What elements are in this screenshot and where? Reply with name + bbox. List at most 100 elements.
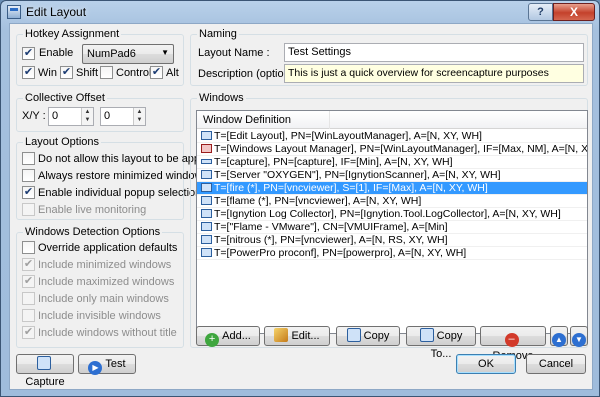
remove-button[interactable]: –Remove <box>480 326 546 362</box>
control-modifier-checkbox[interactable] <box>100 66 113 79</box>
layout-name-value: Test Settings <box>288 46 351 58</box>
layout-name-field[interactable]: Test Settings <box>284 43 584 62</box>
layout-name-label: Layout Name : <box>198 47 270 59</box>
window-icon <box>201 170 212 179</box>
alt-modifier-label: Alt <box>166 67 179 79</box>
shift-modifier-checkbox[interactable]: ✔ <box>60 66 73 79</box>
list-item[interactable]: T=[capture], PN=[capture], IF=[Min], A=[… <box>197 156 587 169</box>
list-item-text: T=[Edit Layout], PN=[WinLayoutManager], … <box>214 130 482 142</box>
ok-button-label: OK <box>478 358 494 370</box>
edit-layout-window: Edit Layout ? X Hotkey Assignment ✔ Enab… <box>0 0 600 397</box>
offset-y-stepper[interactable]: 0 ▲ ▼ <box>100 107 146 126</box>
list-item[interactable]: T=[Edit Layout], PN=[WinLayoutManager], … <box>197 130 587 143</box>
window-icon <box>201 209 212 218</box>
arrow-up-icon: ▲ <box>552 333 566 347</box>
pencil-icon <box>274 328 289 342</box>
copy-to-icon <box>419 328 434 342</box>
detection-group-title: Windows Detection Options <box>23 226 163 238</box>
play-icon: ▶ <box>88 361 103 375</box>
popup-selection-label: Enable individual popup selection <box>38 187 202 199</box>
window-icon <box>201 196 212 205</box>
capture-button-label: Capture <box>25 376 65 388</box>
offset-x-stepper[interactable]: 0 ▲ ▼ <box>48 107 94 126</box>
list-item[interactable]: T=[Server "OXYGEN"], PN=[IgnytionScanner… <box>197 169 587 182</box>
enable-hotkey-checkbox[interactable]: ✔ <box>22 47 35 60</box>
plus-icon: + <box>205 333 220 347</box>
add-button-label: Add... <box>222 330 251 342</box>
shift-modifier-label: Shift <box>76 67 99 79</box>
list-item-text: T=[fire (*], PN=[vncviewer], S=[1], IF=[… <box>214 182 488 194</box>
disallow-layout-checkbox[interactable] <box>22 152 35 165</box>
cancel-button[interactable]: Cancel <box>526 354 586 374</box>
help-button[interactable]: ? <box>528 3 553 21</box>
list-item[interactable]: T=["Flame - VMware"], CN=[VMUIFrame], A=… <box>197 221 587 234</box>
list-item-text: T=["Flame - VMware"], CN=[VMUIFrame], A=… <box>214 221 448 233</box>
window-icon <box>201 183 212 192</box>
windows-group-title: Windows <box>197 92 246 104</box>
copy-button[interactable]: Copy <box>336 326 400 346</box>
list-item-text: T=[capture], PN=[capture], IF=[Min], A=[… <box>214 156 453 168</box>
hotkey-select-value: NumPad6 <box>87 48 136 60</box>
list-item-text: T=[Server "OXYGEN"], PN=[IgnytionScanner… <box>214 169 501 181</box>
win-modifier-label: Win <box>38 67 57 79</box>
popup-selection-checkbox[interactable]: ✔ <box>22 186 35 199</box>
edit-button[interactable]: Edit... <box>264 326 330 346</box>
list-item-text: T=[Ignytion Log Collector], PN=[Ignytion… <box>214 208 561 220</box>
spin-arrows-icon[interactable]: ▲ ▼ <box>133 108 145 125</box>
enable-hotkey-label: Enable <box>39 47 74 59</box>
list-item[interactable]: T=[nitrous (*], PN=[vncviewer], A=[N, RS… <box>197 234 587 247</box>
list-item-selected[interactable]: T=[fire (*], PN=[vncviewer], S=[1], IF=[… <box>197 182 587 195</box>
hotkey-select[interactable]: NumPad6 ▼ <box>82 44 174 64</box>
list-item-text: T=[flame (*], PN=[vncviewer], A=[N, XY, … <box>214 195 422 207</box>
include-invisible-checkbox <box>22 309 35 322</box>
camera-icon <box>36 356 51 370</box>
remove-icon: – <box>504 333 519 347</box>
move-down-button[interactable]: ▼ <box>570 326 588 347</box>
list-item[interactable]: T=[Ignytion Log Collector], PN=[Ignytion… <box>197 208 587 221</box>
window-icon <box>201 235 212 244</box>
restore-minimized-label: Always restore minimized windows <box>38 170 208 182</box>
spin-arrows-icon[interactable]: ▲ ▼ <box>81 108 93 125</box>
window-icon <box>201 222 212 231</box>
include-untitled-checkbox: ✔ <box>22 326 35 339</box>
test-button[interactable]: ▶ Test <box>78 354 136 375</box>
capture-button[interactable]: Capture <box>16 354 74 388</box>
naming-group-title: Naming <box>197 28 239 40</box>
list-item[interactable]: T=[Windows Layout Manager], PN=[WinLayou… <box>197 143 587 156</box>
copy-icon <box>346 328 361 342</box>
list-item[interactable]: T=[PowerPro proconf], PN=[powerpro], A=[… <box>197 247 587 260</box>
include-minimized-checkbox: ✔ <box>22 258 35 271</box>
edit-button-label: Edit... <box>291 330 320 342</box>
include-maximized-checkbox: ✔ <box>22 275 35 288</box>
override-defaults-label: Override application defaults <box>38 242 178 254</box>
xy-label: X/Y : <box>22 110 46 122</box>
offset-x-value: 0 <box>52 110 59 122</box>
ok-button[interactable]: OK <box>456 354 516 374</box>
live-monitoring-label: Enable live monitoring <box>38 204 147 216</box>
app-red-icon <box>201 144 212 153</box>
list-item-text: T=[nitrous (*], PN=[vncviewer], A=[N, RS… <box>214 234 448 246</box>
list-item[interactable]: T=[flame (*], PN=[vncviewer], A=[N, XY, … <box>197 195 587 208</box>
copy-to-button[interactable]: Copy To... <box>406 326 476 360</box>
move-up-button[interactable]: ▲ <box>550 326 568 347</box>
window-icon <box>201 131 212 140</box>
window-definition-list[interactable]: Window Definition T=[Edit Layout], PN=[W… <box>196 110 588 334</box>
win-modifier-checkbox[interactable]: ✔ <box>22 66 35 79</box>
test-button-label: Test <box>105 358 126 370</box>
restore-minimized-checkbox[interactable] <box>22 169 35 182</box>
live-monitoring-checkbox <box>22 203 35 216</box>
alt-modifier-checkbox[interactable]: ✔ <box>150 66 163 79</box>
include-main-only-checkbox <box>22 292 35 305</box>
title-bar[interactable]: Edit Layout ? X <box>1 1 599 23</box>
column-header-window-definition[interactable]: Window Definition <box>197 111 587 129</box>
include-untitled-label: Include windows without title <box>38 327 177 339</box>
offset-y-value: 0 <box>104 110 111 122</box>
description-field[interactable]: This is just a quick overview for screen… <box>284 64 584 83</box>
add-button[interactable]: + Add... <box>196 326 260 347</box>
minimized-window-icon <box>201 159 212 164</box>
close-button[interactable]: X <box>553 3 595 21</box>
hotkey-group-title: Hotkey Assignment <box>23 28 122 40</box>
chevron-down-icon: ▼ <box>161 48 169 57</box>
override-defaults-checkbox[interactable] <box>22 241 35 254</box>
window-icon <box>201 248 212 257</box>
